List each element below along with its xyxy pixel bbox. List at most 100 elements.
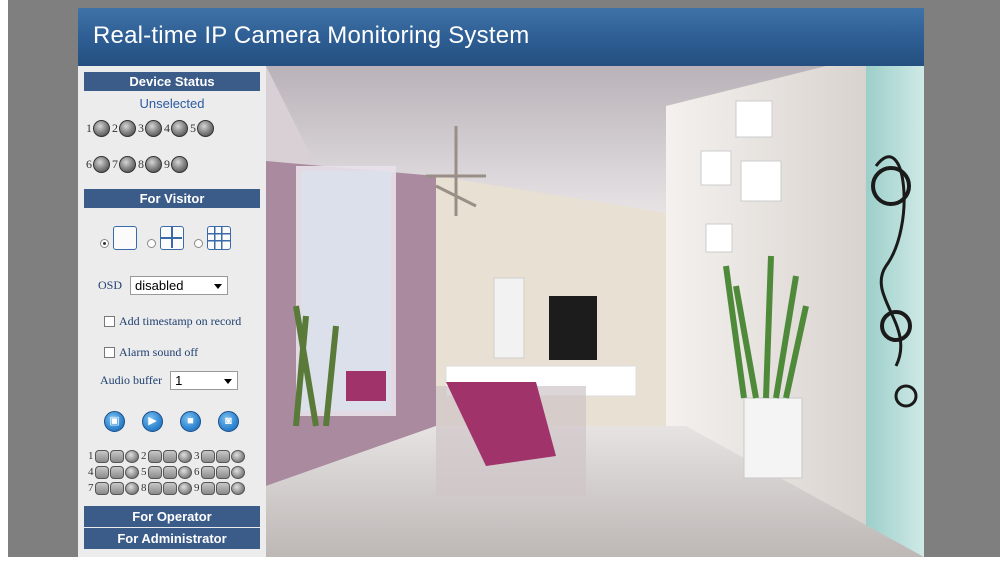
device-number: 5	[190, 121, 196, 135]
device-number: 8	[138, 157, 144, 171]
status-mini-icon[interactable]	[178, 449, 192, 463]
camera-control-group: 4	[88, 465, 140, 479]
osd-select[interactable]: disabled	[130, 276, 229, 295]
record-mini-icon[interactable]	[201, 481, 215, 495]
device-status-icon	[119, 120, 136, 137]
record-mini-icon[interactable]	[201, 449, 215, 463]
camera-number: 4	[88, 466, 94, 478]
add-timestamp-checkbox[interactable]	[104, 316, 115, 327]
for-operator-heading[interactable]: For Operator	[84, 506, 260, 527]
chevron-down-icon	[224, 379, 233, 384]
layout-radio-9[interactable]	[194, 239, 203, 248]
status-mini-icon[interactable]	[231, 465, 245, 479]
device-status-icon	[145, 156, 162, 173]
status-mini-icon[interactable]	[231, 449, 245, 463]
camera-number: 6	[194, 466, 200, 478]
audio-mini-icon[interactable]	[110, 449, 124, 463]
device-5[interactable]: 5	[190, 120, 214, 137]
camera-number: 2	[141, 450, 147, 462]
header-banner: Real-time IP Camera Monitoring System	[78, 8, 924, 66]
app-window: Real-time IP Camera Monitoring System De…	[78, 0, 924, 557]
record-mini-icon[interactable]	[95, 465, 109, 479]
page-title: Real-time IP Camera Monitoring System	[93, 22, 530, 49]
audio-mini-icon[interactable]	[216, 449, 230, 463]
add-timestamp-label: Add timestamp on record	[119, 314, 242, 328]
record-mini-icon[interactable]	[95, 449, 109, 463]
audio-mini-icon[interactable]	[216, 465, 230, 479]
layout-selector	[100, 226, 237, 250]
audio-buffer-select[interactable]: 1	[170, 371, 239, 390]
device-6[interactable]: 6	[86, 156, 110, 173]
camera-video-feed[interactable]	[266, 66, 924, 557]
audio-buffer-row: Audio buffer 1	[100, 371, 239, 390]
status-mini-icon[interactable]	[178, 465, 192, 479]
room-scene-illustration	[266, 66, 924, 557]
device-status-icon	[93, 120, 110, 137]
camera-control-group: 3	[194, 449, 246, 463]
device-status-icon	[171, 156, 188, 173]
four-view-icon[interactable]	[160, 226, 184, 250]
for-administrator-heading[interactable]: For Administrator	[84, 528, 260, 549]
osd-select-value: disabled	[135, 278, 184, 293]
audio-mini-icon[interactable]	[163, 449, 177, 463]
stop-button[interactable]: ■	[180, 411, 201, 432]
bottom-strip	[8, 557, 1000, 562]
layout-radio-1[interactable]	[100, 239, 109, 248]
status-mini-icon[interactable]	[125, 449, 139, 463]
camera-icon: ◙	[225, 415, 232, 427]
record-mini-icon[interactable]	[148, 481, 162, 495]
audio-buffer-value: 1	[175, 373, 183, 388]
camera-control-group: 7	[88, 481, 140, 495]
audio-mini-icon[interactable]	[110, 481, 124, 495]
for-visitor-heading[interactable]: For Visitor	[84, 189, 260, 208]
device-8[interactable]: 8	[138, 156, 162, 173]
record-mini-icon[interactable]	[148, 449, 162, 463]
layout-radio-4[interactable]	[147, 239, 156, 248]
snapshot-button[interactable]: ◙	[218, 411, 239, 432]
device-status-heading[interactable]: Device Status	[84, 72, 260, 91]
camera-number: 8	[141, 482, 147, 494]
status-mini-icon[interactable]	[231, 481, 245, 495]
camera-control-group: 8	[141, 481, 193, 495]
record-mini-icon[interactable]	[148, 465, 162, 479]
audio-mini-icon[interactable]	[216, 481, 230, 495]
alarm-sound-off-label: Alarm sound off	[119, 345, 199, 359]
device-1[interactable]: 1	[86, 120, 110, 137]
device-2[interactable]: 2	[112, 120, 136, 137]
camera-control-group: 6	[194, 465, 246, 479]
device-number: 6	[86, 157, 92, 171]
top-spacer	[78, 0, 924, 8]
record-mini-icon[interactable]	[201, 465, 215, 479]
device-status-icon	[197, 120, 214, 137]
alarm-sound-off-checkbox[interactable]	[104, 347, 115, 358]
record-mini-icon[interactable]	[95, 481, 109, 495]
camera-controls-grid: 1 2 3 4 5 6 7 8 9	[88, 448, 247, 496]
device-3[interactable]: 3	[138, 120, 162, 137]
left-gutter	[0, 0, 8, 562]
device-7[interactable]: 7	[112, 156, 136, 173]
device-status-icon	[93, 156, 110, 173]
device-row-1: 1 2 3 4 5	[86, 120, 214, 137]
single-view-icon[interactable]	[113, 226, 137, 250]
nine-view-icon[interactable]	[207, 226, 231, 250]
status-mini-icon[interactable]	[178, 481, 192, 495]
camera-number: 1	[88, 450, 94, 462]
camera-number: 5	[141, 466, 147, 478]
status-mini-icon[interactable]	[125, 465, 139, 479]
status-mini-icon[interactable]	[125, 481, 139, 495]
right-background	[924, 0, 1000, 562]
play-button[interactable]: ▶	[142, 411, 163, 432]
record-button[interactable]: ▣	[104, 411, 125, 432]
audio-mini-icon[interactable]	[163, 481, 177, 495]
camera-control-group: 9	[194, 481, 246, 495]
add-timestamp-row: Add timestamp on record	[104, 314, 241, 329]
device-selection-status: Unselected	[139, 96, 205, 111]
device-9[interactable]: 9	[164, 156, 188, 173]
device-status-icon	[171, 120, 188, 137]
audio-mini-icon[interactable]	[163, 465, 177, 479]
device-4[interactable]: 4	[164, 120, 188, 137]
device-number: 1	[86, 121, 92, 135]
alarm-sound-row: Alarm sound off	[104, 345, 198, 360]
device-number: 2	[112, 121, 118, 135]
audio-mini-icon[interactable]	[110, 465, 124, 479]
